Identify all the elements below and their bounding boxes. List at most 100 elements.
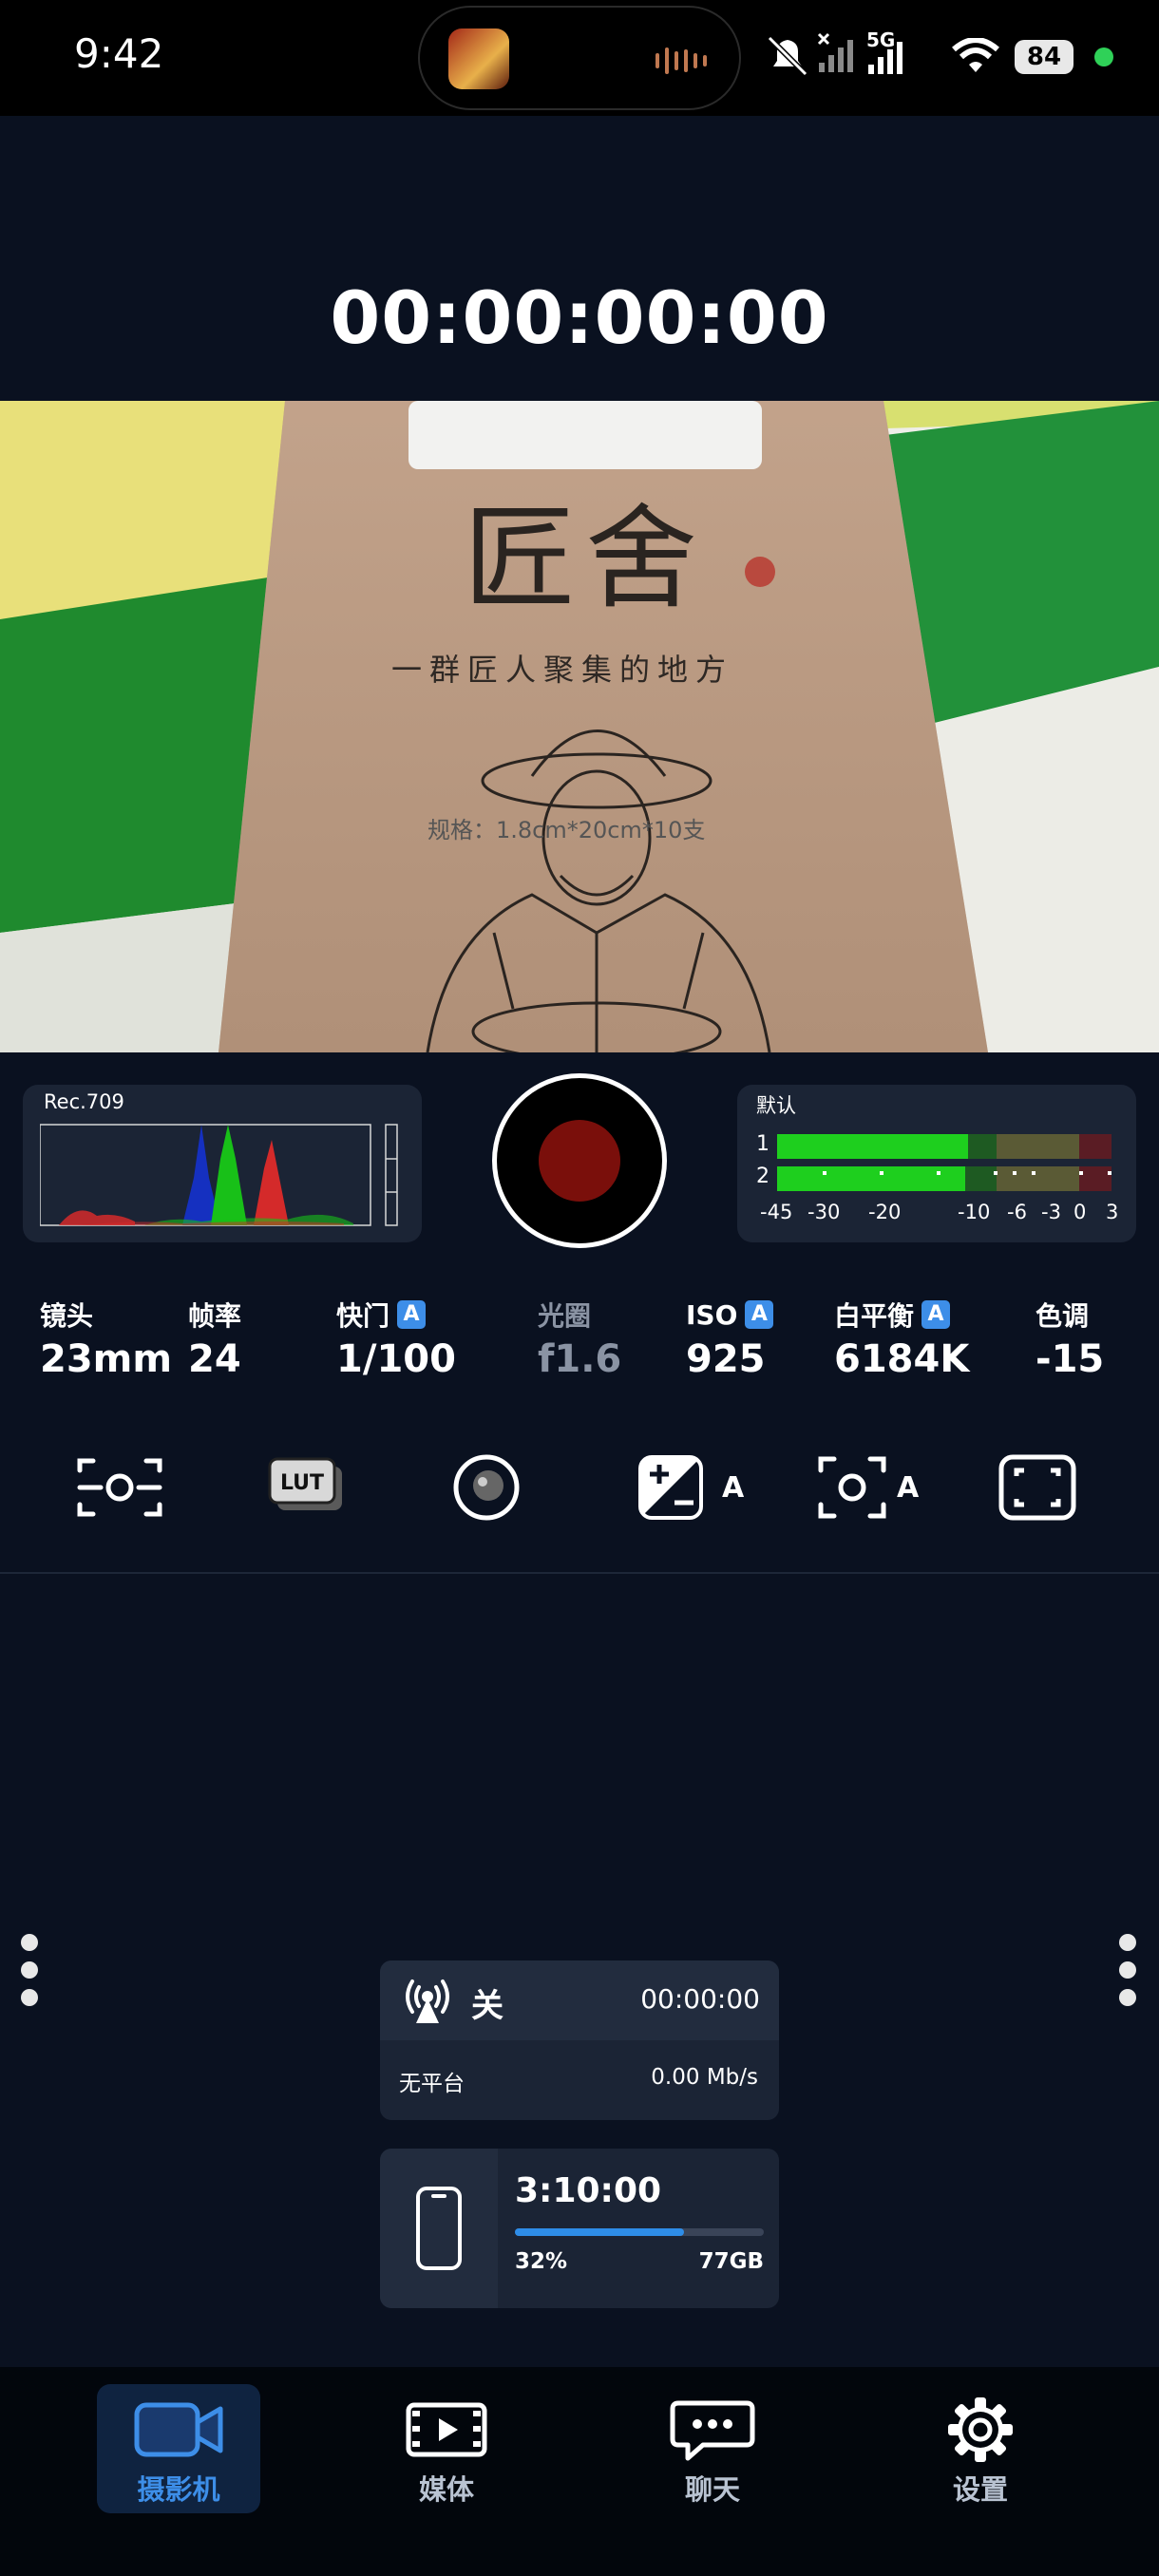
storage-card[interactable]: 3:10:00 32% 77GB <box>380 2149 779 2308</box>
audio-meter-panel[interactable]: 默认 1 2 -45 -30 -20 -10 -6 -3 0 3 <box>737 1085 1136 1242</box>
histogram-panel[interactable]: Rec.709 <box>23 1085 422 1242</box>
param-white-balance[interactable]: 白平衡 A 6184K <box>834 1297 969 1381</box>
param-label: ISO A <box>686 1297 774 1332</box>
auto-badge: A <box>745 1300 774 1329</box>
param-label: 白平衡 A <box>834 1297 969 1332</box>
lut-icon: LUT <box>268 1457 342 1510</box>
channel-1-level <box>777 1134 968 1159</box>
param-label: 色调 <box>1036 1300 1090 1332</box>
scale-label: -30 <box>808 1201 841 1223</box>
camera-icon <box>134 2402 223 2457</box>
nav-media[interactable]: 媒体 <box>365 2384 528 2513</box>
storage-progress-fill <box>515 2228 685 2236</box>
privacy-dot <box>1094 47 1113 66</box>
mute-icon <box>767 35 808 77</box>
audio-wave-icon <box>656 47 707 74</box>
param-value: 23mm <box>40 1337 173 1381</box>
param-lens[interactable]: 镜头 23mm <box>40 1297 172 1381</box>
param-label: 快门 A <box>336 1297 456 1332</box>
package-slogan-text: 一群匠人聚集的地方 <box>391 652 734 688</box>
dynamic-island[interactable] <box>418 6 741 110</box>
wifi-icon <box>952 38 999 72</box>
stream-card[interactable]: 关 00:00:00 无平台 0.00 Mb/s <box>380 1960 779 2120</box>
stream-status: 关 <box>471 1987 504 2025</box>
storage-percent: 32% <box>515 2249 568 2274</box>
param-value: f1.6 <box>538 1337 622 1381</box>
nav-label: 摄影机 <box>137 2473 220 2506</box>
broadcast-icon <box>406 1979 449 2023</box>
camera-viewfinder[interactable]: 规格：1.8cm*20cm*10支 匠舍 一群匠人聚集的地方 <box>0 401 1159 1052</box>
app-thumbnail[interactable] <box>448 28 509 89</box>
param-label: 光圈 <box>538 1300 592 1332</box>
param-label: 镜头 <box>40 1300 94 1332</box>
lut-button[interactable]: LUT <box>260 1451 355 1524</box>
frame-guide-icon <box>998 1454 1076 1521</box>
histogram-graph <box>40 1124 398 1226</box>
nav-settings[interactable]: 设置 <box>899 2384 1062 2513</box>
phone-icon <box>416 2187 462 2270</box>
package-brand-text: 匠舍 <box>464 493 708 624</box>
left-more-menu[interactable] <box>21 1934 40 2006</box>
status-time: 9:42 <box>74 30 164 77</box>
storage-capacity: 77GB <box>698 2249 764 2274</box>
settings-icon <box>948 2397 1013 2462</box>
signal-icon <box>868 42 902 74</box>
auto-focus-button[interactable]: A <box>815 1451 929 1524</box>
param-label: 帧率 <box>188 1300 242 1332</box>
right-more-menu[interactable] <box>1119 1934 1138 2006</box>
battery-icon: 84 <box>1015 40 1074 74</box>
scale-label: -3 <box>1041 1201 1061 1223</box>
channel-2-meter <box>777 1166 1112 1191</box>
bottom-nav: 摄影机 媒体 聊天 设置 <box>0 2367 1159 2576</box>
scale-label: -6 <box>1007 1201 1027 1223</box>
param-tint[interactable]: 色调 -15 <box>1036 1297 1104 1381</box>
param-value: 1/100 <box>336 1337 456 1381</box>
record-button[interactable] <box>492 1073 667 1248</box>
recording-timecode: 00:00:00:00 <box>330 275 829 360</box>
param-value: 925 <box>686 1337 766 1381</box>
param-value: 24 <box>188 1337 241 1381</box>
stream-bitrate: 0.00 Mb/s <box>651 2065 758 2090</box>
scale-label: -45 <box>760 1201 793 1223</box>
status-bar: 9:42 5G 84 <box>0 0 1159 116</box>
package-spec-text: 规格：1.8cm*20cm*10支 <box>428 817 706 843</box>
param-value: 6184K <box>834 1337 970 1381</box>
param-shutter[interactable]: 快门 A 1/100 <box>336 1297 456 1381</box>
channel-2-label: 2 <box>756 1165 770 1188</box>
nav-camera[interactable]: 摄影机 <box>97 2384 260 2513</box>
frame-guide-button[interactable] <box>992 1451 1087 1524</box>
channel-1-label: 1 <box>756 1132 770 1156</box>
storage-progress-bar <box>515 2228 764 2236</box>
media-icon <box>406 2402 487 2457</box>
param-value: -15 <box>1036 1337 1105 1381</box>
auto-badge: A <box>397 1300 427 1329</box>
exposure-compensation-icon: A <box>638 1455 745 1520</box>
focus-icon <box>77 1458 162 1517</box>
nav-chat[interactable]: 聊天 <box>631 2384 794 2513</box>
lut-label: LUT <box>280 1471 324 1495</box>
lens-button[interactable] <box>439 1451 534 1524</box>
param-aperture[interactable]: 光圈 f1.6 <box>538 1297 621 1381</box>
auto-badge: A <box>922 1300 951 1329</box>
storage-remaining-time: 3:10:00 <box>515 2171 662 2210</box>
color-space-label: Rec.709 <box>44 1090 124 1113</box>
signal-icon <box>817 32 853 72</box>
param-iso[interactable]: ISO A 925 <box>686 1297 774 1381</box>
nav-label: 设置 <box>952 2473 1008 2506</box>
scale-label: -20 <box>868 1201 902 1223</box>
chat-icon <box>670 2400 755 2461</box>
section-divider <box>0 1572 1159 1574</box>
meter-tick-row <box>777 1161 1112 1175</box>
stream-platform: 无平台 <box>399 2072 465 2096</box>
exposure-compensation-button[interactable]: A <box>635 1451 749 1524</box>
auto-suffix: A <box>897 1471 920 1505</box>
scale-label: -10 <box>958 1201 991 1223</box>
focus-button[interactable] <box>72 1451 167 1524</box>
record-indicator <box>539 1120 620 1202</box>
audio-preset-label: 默认 <box>756 1094 796 1117</box>
storage-device <box>380 2149 498 2308</box>
param-frame-rate[interactable]: 帧率 24 <box>188 1297 241 1381</box>
meter-scale: -45 -30 -20 -10 -6 -3 0 3 <box>737 1201 1136 1229</box>
channel-2-level <box>777 1166 965 1191</box>
scale-label: 0 <box>1074 1201 1087 1223</box>
